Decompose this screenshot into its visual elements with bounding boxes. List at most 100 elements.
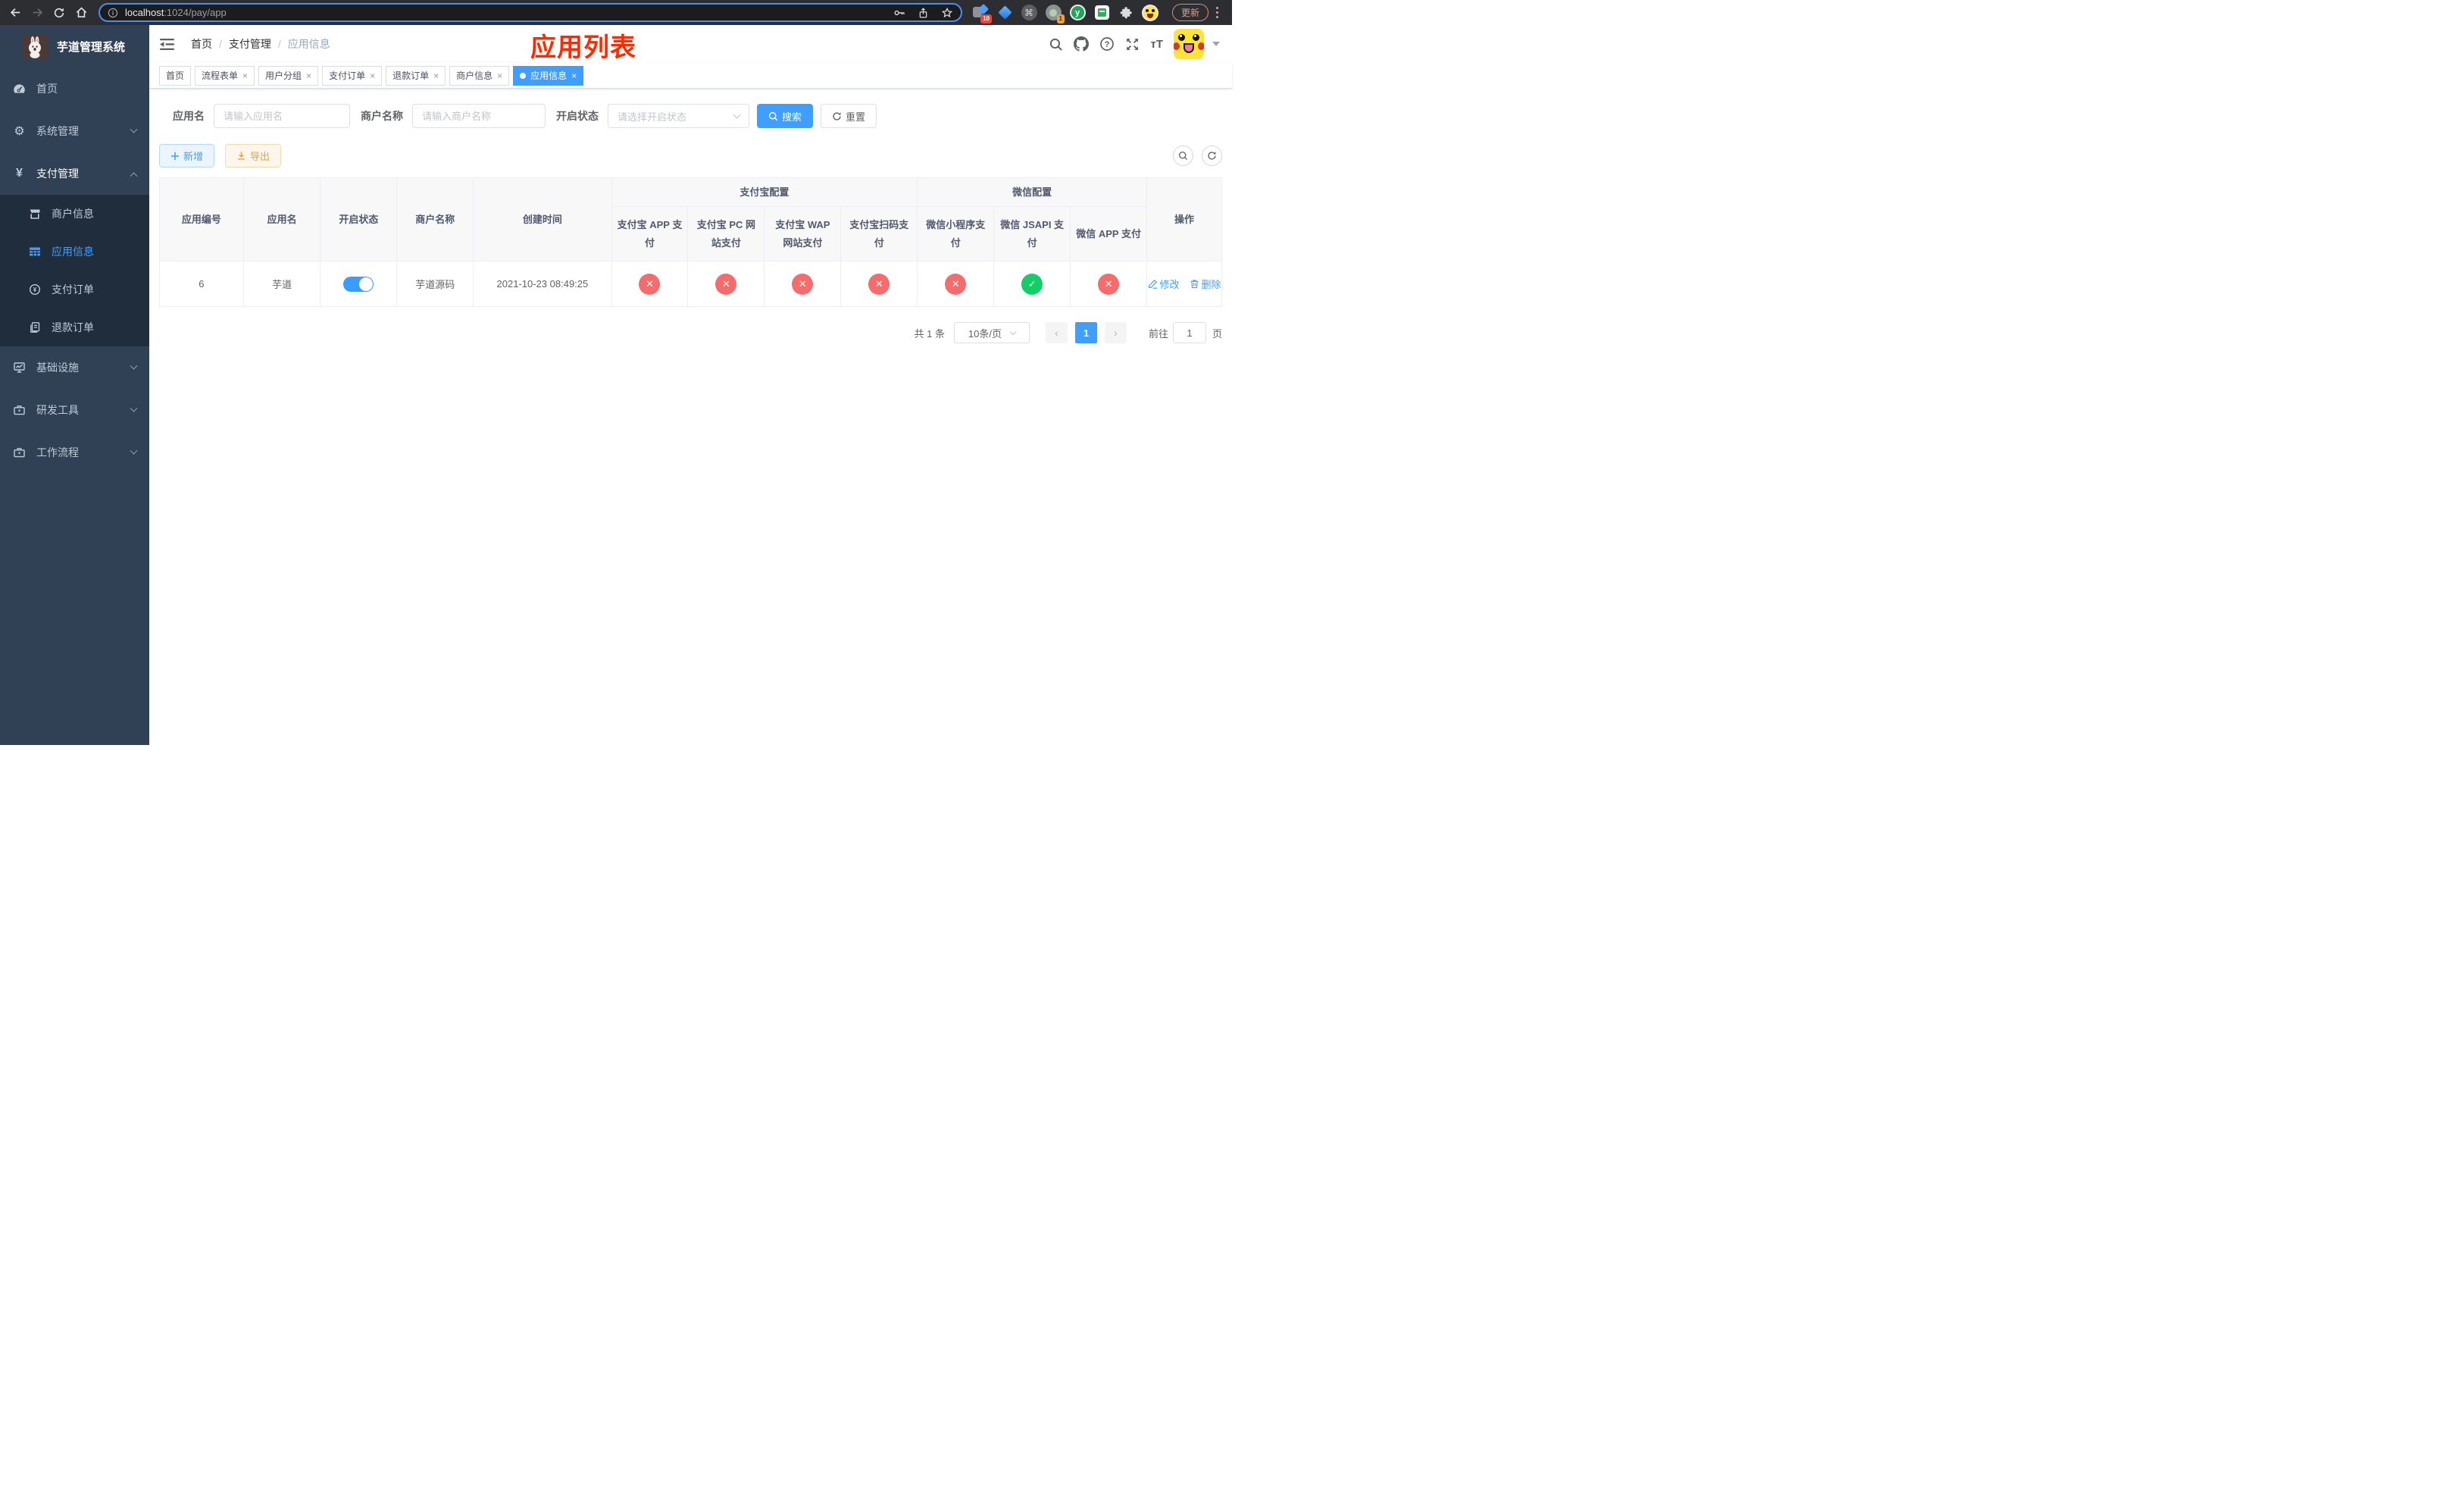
sidebar-item-system[interactable]: ⚙ 系统管理 (0, 110, 149, 152)
chevron-down-icon (130, 125, 138, 133)
next-page-button[interactable]: › (1104, 322, 1127, 343)
fullscreen-icon[interactable] (1125, 37, 1140, 52)
add-button[interactable]: 新增 (159, 144, 215, 167)
tab-pay-orders[interactable]: 支付订单 × (322, 65, 383, 86)
browser-menu-icon[interactable] (1216, 6, 1219, 20)
status-toggle[interactable] (343, 276, 374, 292)
page-content: 应用名 商户名称 开启状态 请选择开启状态 搜索 重置 (149, 89, 1232, 745)
edit-button[interactable]: 修改 (1148, 277, 1180, 291)
col-app-name: 应用名 (242, 177, 321, 261)
refresh-icon (833, 111, 841, 121)
search-icon (768, 111, 778, 121)
sidebar-logo-row[interactable]: 芋道管理系统 (0, 25, 149, 67)
reset-button[interactable]: 重置 (821, 104, 877, 128)
sidebar: 芋道管理系统 首页 ⚙ 系统管理 ¥ 支付管理 商户信息 应用信息 ¥ 支付订单… (0, 25, 149, 745)
sidebar-item-app-info[interactable]: 应用信息 (0, 233, 149, 271)
tab-home[interactable]: 首页 (159, 65, 192, 86)
col-alipay-wap: 支付宝 WAP 网站支付 (764, 206, 842, 261)
col-app-id: 应用编号 (159, 177, 244, 261)
sidebar-item-refund-orders[interactable]: 退款订单 (0, 308, 149, 346)
top-navbar: 首页 / 支付管理 / 应用信息 应用列表 ? тT (149, 25, 1232, 63)
breadcrumb: 首页 / 支付管理 / 应用信息 (191, 36, 330, 52)
user-avatar[interactable] (1174, 29, 1204, 59)
tab-refund-orders[interactable]: 退款订单 × (386, 65, 446, 86)
close-icon[interactable]: × (242, 71, 248, 80)
browser-update-button[interactable]: 更新 (1172, 4, 1209, 21)
help-icon[interactable]: ? (1099, 36, 1115, 52)
url-bar[interactable]: localhost:1024/pay/app (98, 3, 962, 22)
refresh-table-button[interactable] (1202, 146, 1222, 166)
export-button[interactable]: 导出 (225, 144, 282, 167)
extension-chat-icon[interactable] (1093, 5, 1110, 21)
gear-icon: ⚙ (14, 125, 25, 138)
merchant-name-input[interactable] (412, 104, 546, 128)
download-icon (238, 152, 245, 160)
goto-label: 前往 (1148, 327, 1168, 340)
sidebar-collapse-icon[interactable] (157, 36, 177, 53)
table-toolbar: 新增 导出 (159, 144, 1222, 167)
col-status: 开启状态 (320, 177, 398, 261)
sidebar-item-merchant-info[interactable]: 商户信息 (0, 195, 149, 233)
goto-page-input[interactable] (1172, 322, 1206, 343)
close-icon[interactable]: × (571, 71, 577, 80)
browser-back-icon[interactable] (6, 4, 24, 22)
browser-home-icon[interactable] (72, 4, 90, 22)
share-icon[interactable] (918, 7, 929, 19)
breadcrumb-current: 应用信息 (287, 38, 330, 50)
sidebar-item-label: 退款订单 (52, 321, 94, 333)
sidebar-item-payment[interactable]: ¥ 支付管理 (0, 152, 149, 195)
close-icon[interactable]: × (497, 71, 502, 80)
search-button[interactable]: 搜索 (757, 104, 814, 128)
sidebar-item-dev-tools[interactable]: 研发工具 (0, 389, 149, 431)
wechat-mini-status-badge: ✕ (945, 273, 967, 295)
password-key-icon[interactable] (893, 7, 905, 19)
extensions-row: 10 ⌘ 1 y (972, 3, 1166, 23)
page-1-button[interactable]: 1 (1074, 322, 1097, 343)
show-search-button[interactable] (1173, 146, 1193, 166)
sidebar-item-label: 系统管理 (36, 125, 79, 137)
breadcrumb-home[interactable]: 首页 (191, 36, 212, 52)
extensions-puzzle-icon[interactable] (1118, 5, 1134, 21)
app-table: 应用编号 应用名 开启状态 商户名称 创建时间 支付宝配置 微信配置 操作 支付… (159, 177, 1222, 307)
sidebar-item-infrastructure[interactable]: 基础设施 (0, 346, 149, 389)
close-icon[interactable]: × (433, 71, 439, 80)
extension-blocks-icon[interactable]: 10 (972, 3, 992, 23)
browser-profile-avatar[interactable] (1142, 4, 1159, 21)
col-group-alipay: 支付宝配置 (611, 177, 918, 207)
browser-forward-icon[interactable] (28, 4, 46, 22)
site-info-icon[interactable] (108, 8, 118, 18)
status-select[interactable]: 请选择开启状态 (608, 104, 749, 128)
sidebar-item-pay-orders[interactable]: ¥ 支付订单 (0, 271, 149, 308)
url-path: :1024/pay/app (164, 7, 227, 18)
tab-process-form[interactable]: 流程表单 × (195, 65, 255, 86)
prev-page-button[interactable]: ‹ (1045, 322, 1068, 343)
search-icon[interactable] (1049, 37, 1063, 52)
avatar-caret-icon[interactable] (1212, 42, 1220, 46)
tab-merchant-info[interactable]: 商户信息 × (449, 65, 510, 86)
github-icon[interactable] (1074, 36, 1090, 52)
store-icon (29, 208, 41, 220)
tab-app-info[interactable]: 应用信息 × (513, 65, 584, 86)
merchant-name-label: 商户名称 (361, 110, 403, 122)
close-icon[interactable]: × (306, 71, 311, 80)
font-size-icon[interactable]: тT (1150, 38, 1163, 51)
bookmark-star-icon[interactable] (941, 7, 953, 19)
svg-text:¥: ¥ (33, 286, 37, 293)
breadcrumb-payment[interactable]: 支付管理 (229, 36, 271, 52)
browser-reload-icon[interactable] (50, 4, 68, 22)
sidebar-item-home[interactable]: 首页 (0, 67, 149, 110)
close-icon[interactable]: × (370, 71, 375, 80)
app-name-input[interactable] (214, 104, 350, 128)
search-icon (1178, 151, 1187, 160)
extension-recorder-icon[interactable]: 1 (1045, 5, 1065, 23)
extension-command-icon[interactable]: ⌘ (1021, 5, 1037, 21)
alipay-app-status-badge: ✕ (639, 273, 661, 295)
tab-user-group[interactable]: 用户分组 × (258, 65, 319, 86)
col-wechat-app: 微信 APP 支付 (1070, 206, 1148, 261)
delete-button[interactable]: 删除 (1190, 277, 1221, 291)
page-size-select[interactable]: 10条/页 (953, 322, 1030, 343)
extension-y-icon[interactable]: y (1069, 5, 1086, 21)
extension-kite-icon[interactable] (996, 5, 1013, 21)
wechat-app-status-badge: ✕ (1098, 273, 1120, 295)
sidebar-item-workflow[interactable]: 工作流程 (0, 431, 149, 474)
